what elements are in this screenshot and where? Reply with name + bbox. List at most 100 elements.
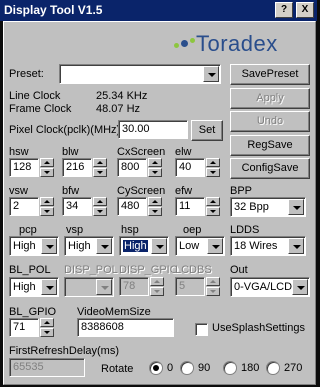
frame-clock-label: Frame Clock <box>9 103 72 115</box>
set-pixel-clock-button[interactable]: Set <box>191 120 223 141</box>
cxscreen-spinner[interactable] <box>148 158 162 177</box>
chevron-down-icon[interactable] <box>96 279 112 295</box>
rotate-0-label: 0 <box>167 362 174 374</box>
video-mem-input[interactable]: 8388608 <box>77 318 174 337</box>
save-preset-button[interactable]: SavePreset <box>230 64 310 85</box>
lcdbs-input[interactable]: 5 <box>175 277 205 296</box>
preset-label: Preset: <box>9 68 44 80</box>
disp-gpio-input[interactable]: 78 <box>119 277 149 296</box>
dialog-body: Toradex Preset: SavePreset Apply Undo Re… <box>3 21 316 385</box>
hsw-input[interactable]: 128 <box>9 158 39 177</box>
rotate-label: Rotate <box>101 363 134 375</box>
disp-pol-label: DISP_POL <box>64 264 118 276</box>
ldds-select[interactable]: 18 Wires <box>230 236 306 256</box>
preset-select[interactable] <box>59 64 221 84</box>
first-refresh-input[interactable]: 65535 <box>9 358 85 377</box>
bfw-label: bfw <box>62 185 80 197</box>
hsp-select[interactable]: High <box>119 236 169 256</box>
pixel-clock-label: Pixel Clock(pclk)(MHz) <box>9 124 121 136</box>
window-title: Display Tool V1.5 <box>4 3 103 17</box>
use-splash-label: UseSplashSettings <box>212 322 305 334</box>
oep-label: oep <box>183 224 202 236</box>
rotate-270-radio[interactable] <box>266 361 280 375</box>
cyscreen-label: CyScreen <box>117 185 166 197</box>
chevron-down-icon[interactable] <box>292 279 308 295</box>
lcdbs-spinner[interactable] <box>206 277 220 296</box>
logo-dot-icon <box>181 40 188 47</box>
lcdbs-label: LCDBS <box>175 264 212 276</box>
use-splash-checkbox[interactable] <box>195 323 208 336</box>
vsw-label: vsw <box>9 185 28 197</box>
disp-gpio-label: DISP_GPIO <box>119 264 179 276</box>
rotate-90-label: 90 <box>198 362 211 374</box>
bl-pol-label: BL_POL <box>9 264 51 276</box>
cxscreen-label: CxScreen <box>117 146 166 158</box>
apply-button[interactable]: Apply <box>230 88 310 109</box>
line-clock-value: 25.34 KHz <box>96 90 148 102</box>
pcp-label: pcp <box>19 224 37 236</box>
rotate-180-label: 180 <box>241 362 260 374</box>
chevron-down-icon[interactable] <box>207 238 223 254</box>
help-button[interactable]: ? <box>275 2 293 18</box>
bl-gpio-spinner[interactable] <box>40 318 54 337</box>
pixel-clock-input[interactable]: 30.00 <box>118 120 188 139</box>
rotate-90-radio[interactable] <box>180 361 194 375</box>
chevron-down-icon[interactable] <box>203 66 219 82</box>
bl-pol-select[interactable]: High <box>9 277 59 297</box>
logo-dot-icon <box>174 43 179 48</box>
blw-label: blw <box>62 146 79 158</box>
elw-spinner[interactable] <box>206 158 220 177</box>
out-label: Out <box>230 264 248 276</box>
rotate-180-radio[interactable] <box>223 361 237 375</box>
out-select[interactable]: 0-VGA/LCD <box>230 277 310 297</box>
vsp-select[interactable]: High <box>64 236 114 256</box>
chevron-down-icon[interactable] <box>288 199 304 215</box>
line-clock-label: Line Clock <box>9 90 61 102</box>
close-button[interactable]: X <box>296 2 314 18</box>
vsw-spinner[interactable] <box>40 197 54 216</box>
logo-text: Toradex <box>196 31 278 56</box>
frame-clock-value: 48.07 Hz <box>96 103 141 115</box>
efw-input[interactable]: 11 <box>175 197 205 216</box>
disp-pol-select[interactable] <box>64 277 114 297</box>
chevron-down-icon[interactable] <box>288 238 304 254</box>
ldds-label: LDDS <box>230 224 260 236</box>
bfw-input[interactable]: 34 <box>62 197 92 216</box>
rotate-0-radio[interactable] <box>149 361 163 375</box>
bl-gpio-input[interactable]: 71 <box>9 318 39 337</box>
elw-input[interactable]: 40 <box>175 158 205 177</box>
chevron-down-icon[interactable] <box>151 238 167 254</box>
undo-button[interactable]: Undo <box>230 111 310 132</box>
chevron-down-icon[interactable] <box>96 238 112 254</box>
vsw-input[interactable]: 2 <box>9 197 39 216</box>
blw-input[interactable]: 216 <box>62 158 92 177</box>
cyscreen-spinner[interactable] <box>148 197 162 216</box>
hsw-label: hsw <box>9 146 29 158</box>
title-bar: Display Tool V1.5 ? X <box>0 0 317 21</box>
rotate-270-label: 270 <box>284 362 303 374</box>
hsw-spinner[interactable] <box>40 158 54 177</box>
chevron-down-icon[interactable] <box>41 279 57 295</box>
bpp-label: BPP <box>230 185 253 197</box>
cxscreen-input[interactable]: 800 <box>117 158 147 177</box>
elw-label: elw <box>175 146 192 158</box>
first-refresh-label: FirstRefreshDelay(ms) <box>9 345 120 357</box>
video-mem-label: VideoMemSize <box>77 306 151 318</box>
blw-spinner[interactable] <box>93 158 107 177</box>
bl-gpio-label: BL_GPIO <box>9 306 57 318</box>
efw-label: efw <box>175 185 193 197</box>
reg-save-button[interactable]: RegSave <box>230 135 310 156</box>
bpp-select[interactable]: 32 Bpp <box>230 197 306 217</box>
logo-dot-icon <box>190 38 195 43</box>
chevron-down-icon[interactable] <box>41 238 57 254</box>
bfw-spinner[interactable] <box>93 197 107 216</box>
vsp-label: vsp <box>66 224 84 236</box>
config-save-button[interactable]: ConfigSave <box>230 158 310 179</box>
pcp-select[interactable]: High <box>9 236 59 256</box>
oep-select[interactable]: Low <box>175 236 225 256</box>
toradex-logo: Toradex <box>174 31 314 56</box>
cyscreen-input[interactable]: 480 <box>117 197 147 216</box>
efw-spinner[interactable] <box>206 197 220 216</box>
hsp-label: hsp <box>121 224 139 236</box>
disp-gpio-spinner[interactable] <box>150 277 164 296</box>
